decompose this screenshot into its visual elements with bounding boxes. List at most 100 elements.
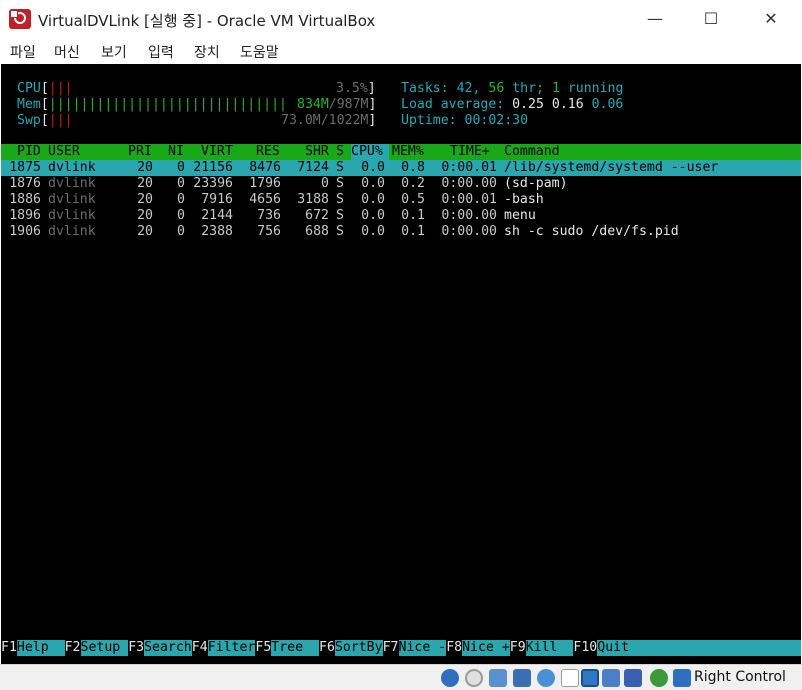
col-pid[interactable]: PID — [17, 144, 41, 160]
usb-icon[interactable] — [537, 669, 555, 687]
process-cell-res[interactable]: 1796 — [233, 176, 281, 192]
process-cell-s[interactable]: S — [336, 192, 348, 208]
network-icon[interactable] — [513, 669, 531, 687]
col-user[interactable]: USER — [48, 144, 80, 160]
menu-file[interactable]: 파일 — [10, 42, 36, 62]
process-cell-user[interactable]: dvlink — [48, 208, 108, 224]
process-cell-mem[interactable]: 0.5 — [391, 192, 425, 208]
col-state[interactable]: S — [336, 144, 344, 160]
process-cell-s[interactable]: S — [336, 176, 348, 192]
process-cell-cmd[interactable]: -bash — [504, 192, 794, 208]
process-cell-virt[interactable]: 7916 — [185, 192, 233, 208]
fkey-f6-key[interactable]: F6 — [319, 640, 335, 656]
process-cell-ni[interactable]: 0 — [153, 224, 185, 240]
process-cell-mem[interactable]: 0.1 — [391, 208, 425, 224]
process-cell-cmd[interactable]: /lib/systemd/systemd --user — [504, 160, 794, 176]
process-cell-s[interactable]: S — [336, 224, 348, 240]
process-cell-cmd[interactable]: menu — [504, 208, 794, 224]
col-cpu[interactable]: CPU% — [351, 144, 389, 160]
fkey-f10-label[interactable]: Quit — [597, 640, 801, 656]
minimize-button[interactable]: — — [632, 0, 678, 38]
shared-folder-icon[interactable] — [561, 669, 579, 687]
process-cell-shr[interactable]: 688 — [281, 224, 329, 240]
process-cell-time[interactable]: 0:00.00 — [441, 224, 497, 240]
process-cell-shr[interactable]: 672 — [281, 208, 329, 224]
fkey-f2-label[interactable]: Setup — [80, 640, 129, 656]
menu-view[interactable]: 보기 — [101, 42, 127, 62]
process-cell-mem[interactable]: 0.8 — [391, 160, 425, 176]
process-cell-pid[interactable]: 1896 — [1, 208, 41, 224]
vm-display[interactable]: CPU[||| 3.5%] Mem[||||||||||||||||||||||… — [1, 64, 801, 664]
menu-machine[interactable]: 머신 — [54, 42, 80, 62]
fkey-f3-label[interactable]: Search — [144, 640, 192, 656]
fkey-f4-label[interactable]: Filter — [207, 640, 256, 656]
process-cell-time[interactable]: 0:00.01 — [441, 160, 497, 176]
process-cell-cpu[interactable]: 0.0 — [351, 224, 385, 240]
process-cell-virt[interactable]: 2144 — [185, 208, 233, 224]
close-button[interactable]: ✕ — [748, 0, 794, 38]
process-cell-user[interactable]: dvlink — [48, 224, 108, 240]
col-pri[interactable]: PRI — [128, 144, 152, 160]
process-cell-ni[interactable]: 0 — [153, 176, 185, 192]
process-cell-time[interactable]: 0:00.00 — [441, 176, 497, 192]
process-cell-ni[interactable]: 0 — [153, 160, 185, 176]
process-cell-cpu[interactable]: 0.0 — [351, 192, 385, 208]
fkey-f8-label[interactable]: Nice + — [462, 640, 510, 656]
process-cell-mem[interactable]: 0.1 — [391, 224, 425, 240]
fkey-f1-label[interactable]: Help — [16, 640, 65, 656]
process-cell-pri[interactable]: 20 — [113, 176, 153, 192]
process-cell-pid[interactable]: 1906 — [1, 224, 41, 240]
col-shr[interactable]: SHR — [305, 144, 329, 160]
process-cell-mem[interactable]: 0.2 — [391, 176, 425, 192]
process-cell-pri[interactable]: 20 — [113, 160, 153, 176]
process-cell-pri[interactable]: 20 — [113, 224, 153, 240]
fkey-f6-label[interactable]: SortBy — [334, 640, 383, 656]
virtualization-icon[interactable] — [624, 669, 642, 687]
process-cell-s[interactable]: S — [336, 208, 348, 224]
mouse-integration-icon[interactable] — [650, 669, 668, 687]
fkey-f7-key[interactable]: F7 — [382, 640, 399, 656]
fkey-f8-key[interactable]: F8 — [446, 640, 463, 656]
process-cell-pid[interactable]: 1876 — [1, 176, 41, 192]
process-cell-cpu[interactable]: 0.0 — [351, 176, 385, 192]
process-cell-user[interactable]: dvlink — [48, 176, 108, 192]
display-icon[interactable] — [581, 669, 599, 687]
audio-icon[interactable] — [489, 669, 507, 687]
menu-devices[interactable]: 장치 — [194, 42, 220, 62]
process-cell-time[interactable]: 0:00.01 — [441, 192, 497, 208]
menu-input[interactable]: 입력 — [148, 42, 174, 62]
process-cell-pid[interactable]: 1886 — [1, 192, 41, 208]
fkey-f5-label[interactable]: Tree — [271, 640, 319, 656]
process-cell-virt[interactable]: 2388 — [185, 224, 233, 240]
process-cell-shr[interactable]: 0 — [281, 176, 329, 192]
cd-icon[interactable] — [465, 669, 483, 687]
process-table-header[interactable]: PID USER PRI NI VIRT RES SHR S CPU% MEM%… — [1, 144, 801, 160]
process-cell-pri[interactable]: 20 — [113, 208, 153, 224]
process-cell-user[interactable]: dvlink — [48, 160, 108, 176]
col-virt[interactable]: VIRT — [201, 144, 233, 160]
optical-disc-icon[interactable] — [441, 669, 459, 687]
process-cell-s[interactable]: S — [336, 160, 348, 176]
process-cell-ni[interactable]: 0 — [153, 208, 185, 224]
fkey-f10-key[interactable]: F10 — [573, 640, 598, 656]
process-cell-res[interactable]: 736 — [233, 208, 281, 224]
col-res[interactable]: RES — [256, 144, 280, 160]
process-cell-shr[interactable]: 7124 — [281, 160, 329, 176]
process-cell-ni[interactable]: 0 — [153, 192, 185, 208]
fkey-f1-key[interactable]: F1 — [1, 640, 17, 656]
process-cell-pid[interactable]: 1875 — [1, 160, 41, 176]
fkey-f9-label[interactable]: Kill — [525, 640, 574, 656]
process-cell-cmd[interactable]: sh -c sudo /dev/fs.pid — [504, 224, 794, 240]
process-cell-virt[interactable]: 21156 — [185, 160, 233, 176]
fkey-f7-label[interactable]: Nice - — [398, 640, 447, 656]
menu-help[interactable]: 도움말 — [240, 42, 279, 62]
col-mem[interactable]: MEM% — [392, 144, 424, 160]
process-cell-shr[interactable]: 3188 — [281, 192, 329, 208]
col-time[interactable]: TIME+ — [450, 144, 490, 160]
process-cell-cpu[interactable]: 0.0 — [351, 208, 385, 224]
fkey-f4-key[interactable]: F4 — [191, 640, 208, 656]
title-bar[interactable]: VirtualDVLink [실행 중] - Oracle VM Virtual… — [0, 0, 802, 38]
process-cell-cpu[interactable]: 0.0 — [351, 160, 385, 176]
fkey-f3-key[interactable]: F3 — [128, 640, 145, 656]
col-command[interactable]: Command — [504, 144, 560, 160]
